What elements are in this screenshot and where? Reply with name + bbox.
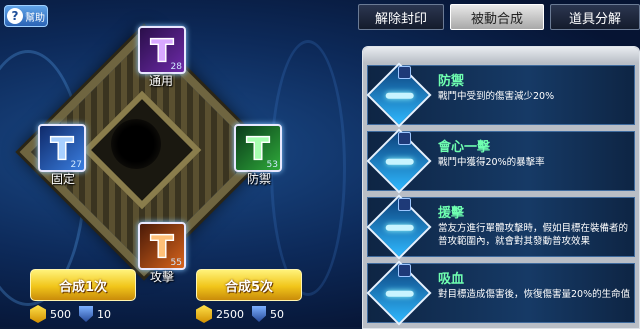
skill-level-icon xyxy=(398,66,411,79)
slot-label-general: 通用 xyxy=(149,74,174,88)
slot-fixed[interactable]: 27 xyxy=(38,124,86,172)
skill-desc: 戰鬥中獲得20%的暴擊率 xyxy=(438,157,545,168)
gold-coin-icon xyxy=(196,305,212,323)
slot-count: 55 xyxy=(170,258,182,268)
skill-desc: 對目標造成傷害後，恢復傷害量20%的生命值 xyxy=(438,289,631,300)
skill-name: 吸血 xyxy=(438,272,465,287)
slot-count: 53 xyxy=(266,160,278,170)
tab-bar: 解除封印 被動合成 道具分解 xyxy=(358,4,640,30)
skill-name: 會心一擊 xyxy=(438,140,491,155)
skill-desc: 戰鬥中受到的傷害減少20% xyxy=(438,91,555,102)
coin-cost: 500 xyxy=(50,307,71,321)
slot-general[interactable]: 28 xyxy=(138,26,186,74)
skill-level-icon xyxy=(398,132,411,145)
tab-passive-synthesis[interactable]: 被動合成 xyxy=(450,4,544,30)
skill-item[interactable]: 吸血 對目標造成傷害後，恢復傷害量20%的生命值 xyxy=(366,260,635,326)
question-icon: ? xyxy=(7,8,23,24)
skill-level-icon xyxy=(398,198,411,211)
tab-item-decompose[interactable]: 道具分解 xyxy=(550,4,640,30)
skill-item[interactable]: 會心一擊 戰鬥中獲得20%的暴擊率 xyxy=(366,128,635,194)
slot-label-fixed: 固定 xyxy=(51,172,76,186)
slot-defense[interactable]: 53 xyxy=(234,124,282,172)
token-cost: 10 xyxy=(97,307,111,321)
synth-five-cost: 2500 50 xyxy=(196,305,284,323)
slot-attack[interactable]: 55 xyxy=(138,222,186,270)
shield-token-icon xyxy=(252,306,266,322)
skill-item[interactable]: 防禦 戰鬥中受到的傷害減少20% xyxy=(366,62,635,128)
slot-count: 27 xyxy=(70,160,82,170)
skill-level-icon xyxy=(398,264,411,277)
shield-token-icon xyxy=(79,306,93,322)
synth-once-cost: 500 10 xyxy=(30,305,111,323)
slot-count: 28 xyxy=(170,62,182,72)
skill-name: 防禦 xyxy=(438,74,465,89)
tab-unseal[interactable]: 解除封印 xyxy=(358,4,444,30)
slot-label-defense: 防禦 xyxy=(247,172,272,186)
synthesis-core xyxy=(111,119,161,169)
skill-item[interactable]: 援擊 當友方進行單體攻擊時，假如目標在裝備者的普攻範圍內，就會對其發動普攻效果 xyxy=(366,194,635,260)
skill-desc: 當友方進行單體攻擊時，假如目標在裝備者的普攻範圍內，就會對其發動普攻效果 xyxy=(438,223,629,247)
synth-five-button[interactable]: 合成5次 xyxy=(196,269,302,301)
help-label: 幫助 xyxy=(25,12,45,24)
gold-coin-icon xyxy=(30,305,46,323)
panel-header xyxy=(363,47,639,63)
synth-once-button[interactable]: 合成1次 xyxy=(30,269,136,301)
skill-name: 援擊 xyxy=(438,206,465,221)
coin-cost: 2500 xyxy=(216,307,244,321)
help-button[interactable]: ? 幫助 xyxy=(4,5,48,27)
skill-panel: 防禦 戰鬥中受到的傷害減少20% 會心一擊 戰鬥中獲得20%的暴擊率 援擊 當友… xyxy=(362,46,640,329)
token-cost: 50 xyxy=(270,307,284,321)
slot-label-attack: 攻擊 xyxy=(150,270,175,284)
